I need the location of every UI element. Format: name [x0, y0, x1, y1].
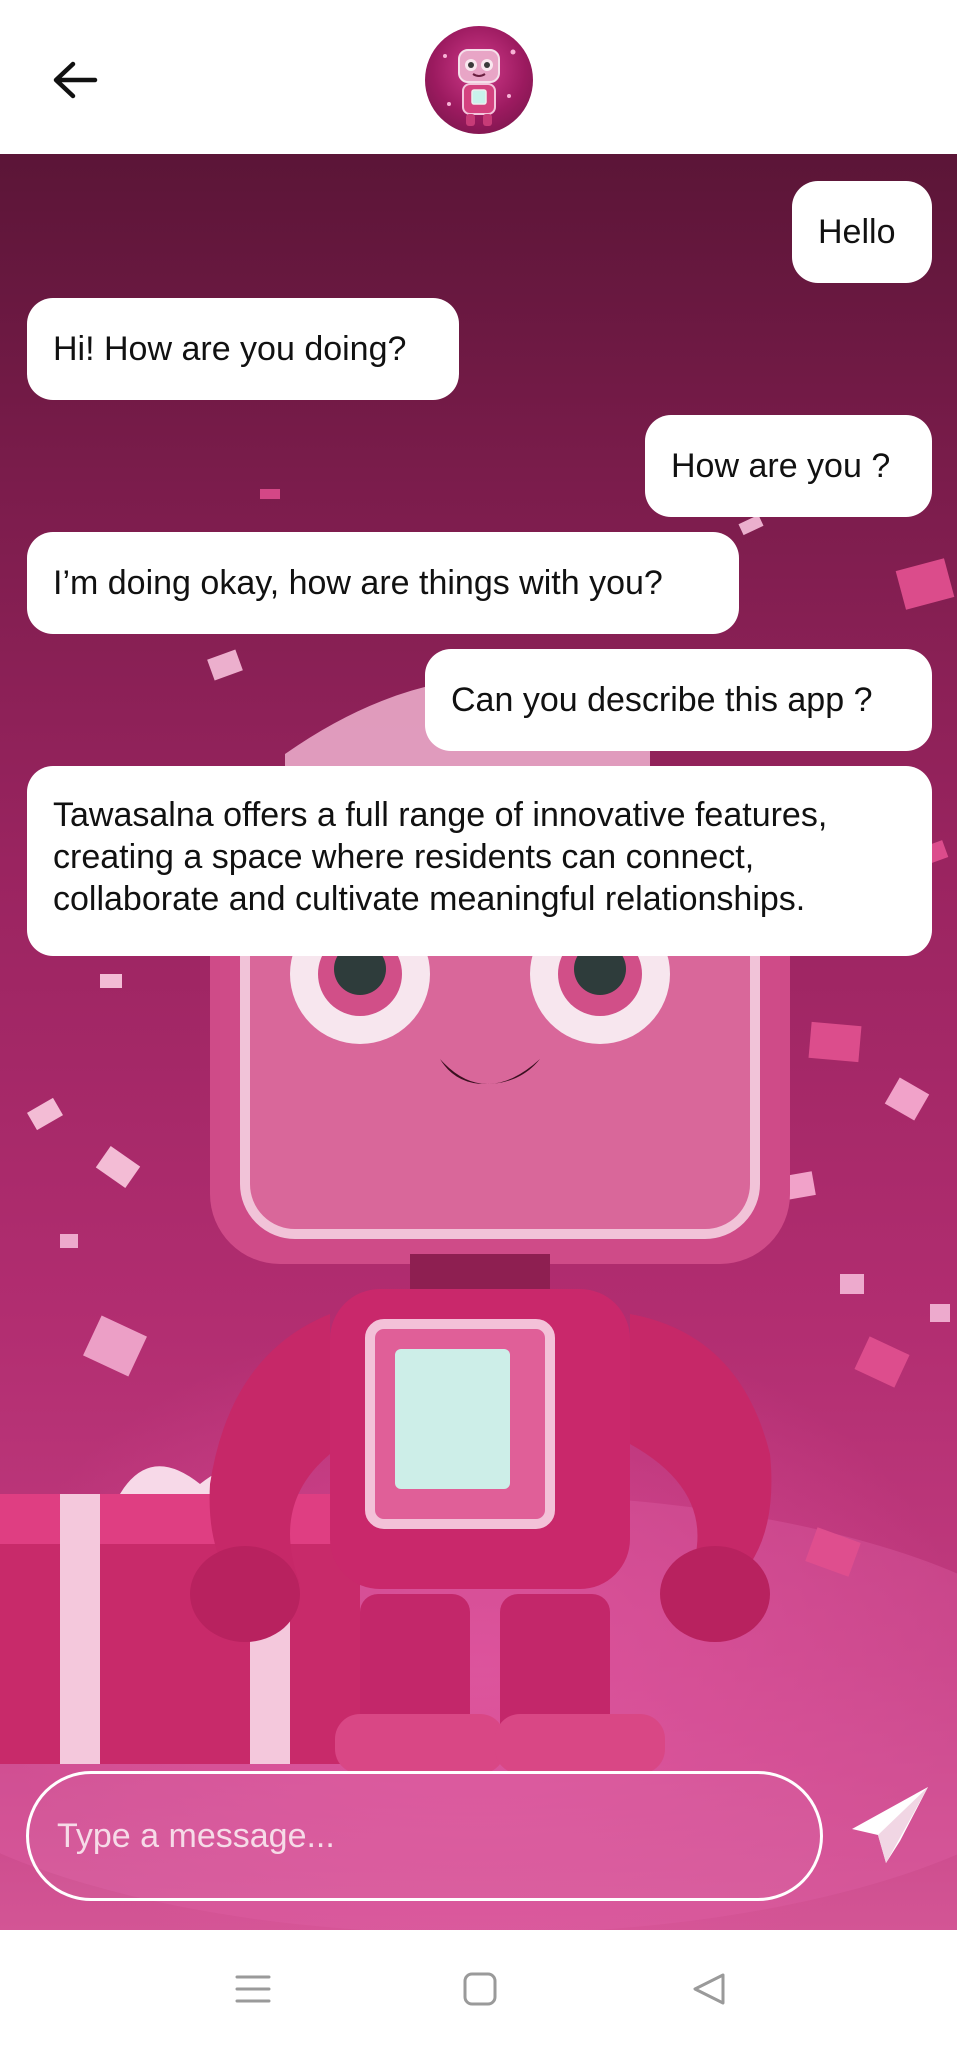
message-input-container[interactable]: [26, 1771, 823, 1901]
message-bubble-user: How are you ?: [645, 415, 932, 517]
message-text: How are you ?: [671, 447, 891, 485]
message-bubble-user: Hello: [792, 181, 932, 283]
message-text: Tawasalna offers a full range of innovat…: [53, 794, 827, 920]
message-text: I’m doing okay, how are things with you?: [53, 564, 663, 602]
message-text: Can you describe this app ?: [451, 681, 873, 719]
message-text: Hi! How are you doing?: [53, 330, 407, 368]
back-button[interactable]: [40, 50, 110, 110]
recent-apps-icon: [235, 1975, 271, 2003]
message-line: creating a space where residents can con…: [53, 838, 755, 876]
message-input[interactable]: [55, 1815, 820, 1857]
chat-background: Hello Hi! How are you doing? How are you…: [0, 154, 957, 1930]
recent-apps-button[interactable]: [223, 1964, 283, 2014]
gift-box: [0, 1466, 370, 1764]
robot-avatar-icon: [443, 49, 516, 126]
system-navigation-bar: [0, 1930, 957, 2048]
paper-plane-send-icon: [852, 1787, 928, 1863]
arrow-left-icon: [53, 61, 98, 99]
message-line: collaborate and cultivate meaningful rel…: [53, 880, 806, 918]
bot-avatar[interactable]: [425, 26, 533, 134]
message-bubble-bot: Hi! How are you doing?: [27, 298, 459, 400]
home-button[interactable]: [450, 1964, 510, 2014]
back-triangle-icon: [693, 1973, 725, 2005]
home-square-icon: [463, 1972, 497, 2006]
message-bubble-bot: Tawasalna offers a full range of innovat…: [27, 766, 932, 956]
chat-header: [0, 0, 957, 154]
message-bubble-bot: I’m doing okay, how are things with you?: [27, 532, 739, 634]
message-bubble-user: Can you describe this app ?: [425, 649, 932, 751]
message-text: Hello: [818, 213, 896, 251]
system-back-button[interactable]: [679, 1964, 739, 2014]
send-button[interactable]: [845, 1780, 935, 1870]
message-line: Tawasalna offers a full range of innovat…: [53, 796, 828, 834]
